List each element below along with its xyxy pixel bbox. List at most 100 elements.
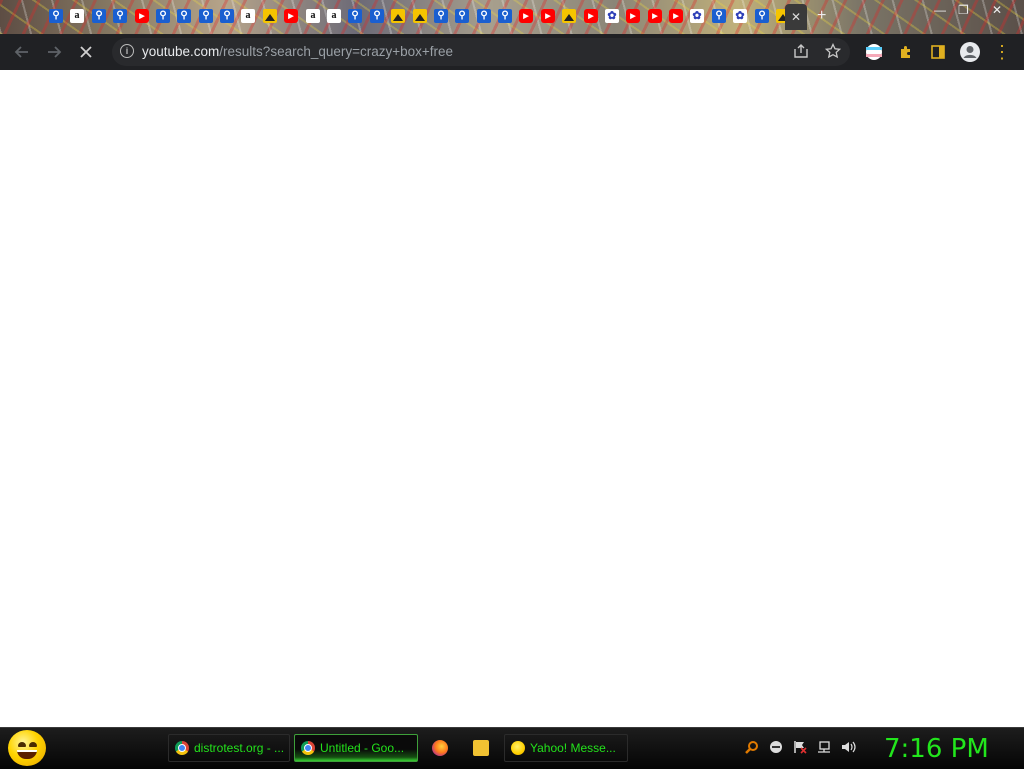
taskbar-item-untitled-chrome[interactable]: Untitled - Goo... — [294, 734, 418, 762]
new-tab-button[interactable]: + — [817, 7, 826, 25]
stop-loading-button[interactable] — [76, 42, 96, 62]
search-icon: ⚲ — [477, 9, 491, 23]
browser-tab[interactable] — [561, 7, 577, 25]
menu-button[interactable]: ⋮ — [992, 42, 1012, 62]
url-text[interactable]: youtube.com/results?search_query=crazy+b… — [142, 44, 453, 59]
browser-tab[interactable]: ⚲ — [369, 7, 385, 25]
chrome-icon — [175, 741, 189, 755]
browser-tab[interactable]: ⚲ — [347, 7, 363, 25]
active-tab[interactable]: ✕ — [785, 4, 807, 30]
volume-icon[interactable] — [841, 740, 856, 754]
yahoo-messenger-icon — [511, 741, 525, 755]
browser-tab[interactable]: ▶ — [668, 7, 684, 25]
extension-flag-button[interactable] — [864, 42, 884, 62]
browser-tab[interactable]: a — [69, 7, 85, 25]
browser-tab[interactable]: ⚲ — [476, 7, 492, 25]
search-icon: ⚲ — [348, 9, 362, 23]
chrome-icon — [301, 741, 315, 755]
profile-button[interactable] — [960, 42, 980, 62]
back-button[interactable] — [12, 42, 32, 62]
firefox-icon[interactable] — [432, 740, 448, 756]
browser-tab[interactable]: ▶ — [540, 7, 556, 25]
browser-tab[interactable]: ⚲ — [198, 7, 214, 25]
kebab-menu-icon: ⋮ — [993, 41, 1011, 62]
search-icon: ⚲ — [220, 9, 234, 23]
browser-tab[interactable] — [262, 7, 278, 25]
search-icon[interactable] — [745, 740, 759, 754]
youtube-icon: ▶ — [648, 9, 662, 23]
browser-tab[interactable]: ⚲ — [711, 7, 727, 25]
folder-icon[interactable] — [473, 740, 489, 756]
taskbar: distrotest.org - ... Untitled - Goo... Y… — [0, 727, 1024, 769]
youtube-icon: ▶ — [626, 9, 640, 23]
browser-tab[interactable]: ▶ — [283, 7, 299, 25]
bookmark-star-icon[interactable] — [824, 42, 842, 63]
browser-tab[interactable]: ⚲ — [91, 7, 107, 25]
minimize-button[interactable]: — — [934, 3, 946, 17]
browser-tab[interactable]: ⚲ — [433, 7, 449, 25]
browser-tab[interactable]: a — [326, 7, 342, 25]
search-icon: ⚲ — [92, 9, 106, 23]
taskbar-item-yahoo-messenger[interactable]: Yahoo! Messe... — [504, 734, 628, 762]
search-icon: ⚲ — [113, 9, 127, 23]
paw-icon: ✿ — [690, 9, 704, 23]
forward-button[interactable] — [44, 42, 64, 62]
browser-tab[interactable]: a — [240, 7, 256, 25]
youtube-icon: ▶ — [669, 9, 683, 23]
start-button[interactable] — [8, 730, 46, 766]
extensions-button[interactable] — [896, 42, 916, 62]
address-bar[interactable]: i youtube.com/results?search_query=crazy… — [112, 38, 850, 66]
search-icon: ⚲ — [755, 9, 769, 23]
browser-tab[interactable]: ⚲ — [497, 7, 513, 25]
share-icon[interactable] — [793, 43, 809, 63]
taskbar-clock[interactable]: 7:16 PM — [884, 734, 989, 764]
search-icon: ⚲ — [199, 9, 213, 23]
browser-tab[interactable] — [390, 7, 406, 25]
search-icon: ⚲ — [498, 9, 512, 23]
browser-tab[interactable]: a — [305, 7, 321, 25]
browser-tab[interactable]: ▶ — [134, 7, 150, 25]
taskbar-item-distrotest[interactable]: distrotest.org - ... — [168, 734, 290, 762]
flag-alert-icon[interactable] — [793, 740, 807, 754]
search-icon: ⚲ — [370, 9, 384, 23]
tab-close-icon[interactable]: ✕ — [791, 10, 801, 24]
browser-tab[interactable]: ✿ — [604, 7, 620, 25]
smiley-mouth-icon — [17, 750, 37, 759]
browser-tab[interactable]: ⚲ — [155, 7, 171, 25]
site-info-icon[interactable]: i — [120, 44, 134, 58]
search-icon: ⚲ — [434, 9, 448, 23]
browser-tab[interactable] — [412, 7, 428, 25]
side-panel-button[interactable] — [928, 42, 948, 62]
close-window-button[interactable]: ✕ — [992, 3, 1002, 17]
browser-tab[interactable]: ▶ — [625, 7, 641, 25]
browser-tab[interactable]: ⚲ — [48, 7, 64, 25]
amazon-icon: a — [241, 9, 255, 23]
restore-button[interactable]: ❐ — [958, 3, 969, 17]
browser-tab[interactable]: ⚲ — [112, 7, 128, 25]
browser-tab[interactable]: ✿ — [732, 7, 748, 25]
browser-tab[interactable]: ⚲ — [176, 7, 192, 25]
search-icon: ⚲ — [712, 9, 726, 23]
browser-tab[interactable]: ▶ — [583, 7, 599, 25]
image-icon — [562, 9, 576, 23]
browser-tab[interactable]: ⚲ — [754, 7, 770, 25]
youtube-icon: ▶ — [135, 9, 149, 23]
youtube-icon: ▶ — [541, 9, 555, 23]
search-icon: ⚲ — [156, 9, 170, 23]
forward-arrow-icon — [48, 46, 62, 58]
image-icon — [391, 9, 405, 23]
browser-tab[interactable]: ▶ — [647, 7, 663, 25]
network-icon[interactable] — [817, 740, 831, 754]
image-icon — [263, 9, 277, 23]
avatar-icon — [960, 42, 980, 62]
browser-tab[interactable]: ✿ — [689, 7, 705, 25]
browser-tab[interactable]: ⚲ — [454, 7, 470, 25]
puzzle-icon — [901, 46, 910, 58]
browser-tab[interactable]: ▶ — [518, 7, 534, 25]
youtube-icon: ▶ — [519, 9, 533, 23]
minus-circle-icon[interactable] — [769, 740, 783, 754]
amazon-icon: a — [306, 9, 320, 23]
browser-toolbar: i youtube.com/results?search_query=crazy… — [0, 34, 1024, 70]
browser-tab[interactable]: ⚲ — [219, 7, 235, 25]
page-content — [0, 70, 1024, 727]
